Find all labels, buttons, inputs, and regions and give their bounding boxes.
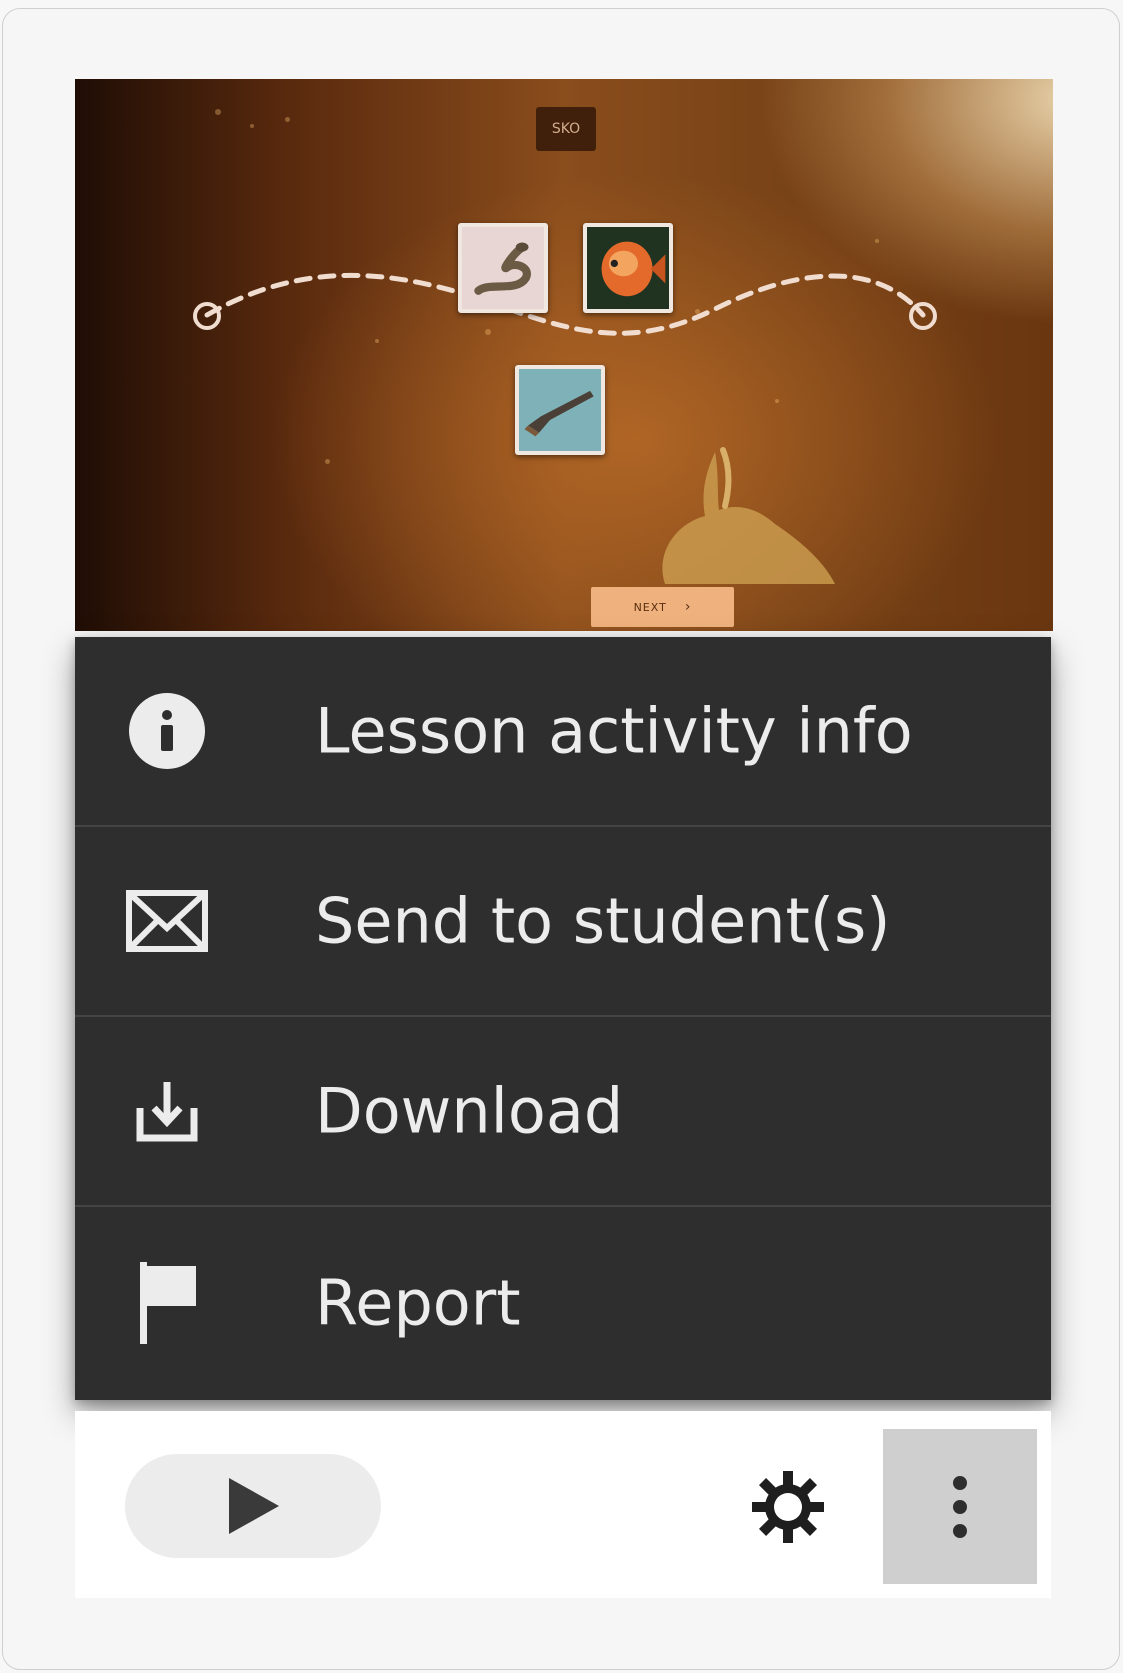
rabbit-silhouette — [662, 447, 835, 584]
download-icon — [125, 1069, 209, 1153]
menu-item-send-to-students[interactable]: Send to student(s) — [75, 827, 1051, 1017]
card-toolbar — [75, 1411, 1051, 1598]
menu-item-label: Report — [315, 1266, 521, 1339]
info-circle-icon — [125, 689, 209, 773]
activity-thumbnail[interactable]: SKO NEXT › — [75, 79, 1053, 631]
activity-card: SKO NEXT › Lesson activity info Send to … — [2, 8, 1120, 1670]
chevron-right-icon: › — [684, 599, 692, 615]
picture-card-snake[interactable] — [458, 223, 548, 313]
envelope-icon — [125, 879, 209, 963]
fish-image — [587, 227, 669, 309]
snake-image — [462, 227, 544, 309]
dashed-path-decoration — [193, 272, 937, 336]
gear-icon — [752, 1471, 824, 1543]
play-icon — [229, 1478, 279, 1534]
settings-button[interactable] — [748, 1467, 828, 1547]
menu-item-report[interactable]: Report — [75, 1207, 1051, 1398]
play-button[interactable] — [125, 1454, 381, 1558]
picture-card-pistol[interactable] — [515, 365, 605, 455]
more-options-button[interactable] — [883, 1429, 1037, 1584]
context-menu: Lesson activity info Send to student(s) — [75, 637, 1051, 1400]
menu-item-label: Send to student(s) — [315, 884, 891, 958]
flag-icon — [125, 1261, 209, 1345]
menu-item-download[interactable]: Download — [75, 1017, 1051, 1207]
more-vertical-icon — [953, 1475, 967, 1538]
menu-item-lesson-activity-info[interactable]: Lesson activity info — [75, 637, 1051, 827]
picture-card-fish[interactable] — [583, 223, 673, 313]
next-button[interactable]: NEXT › — [591, 587, 734, 627]
pistol-image — [519, 369, 601, 451]
next-label: NEXT — [633, 601, 667, 614]
menu-item-label: Lesson activity info — [315, 694, 913, 768]
menu-item-label: Download — [315, 1074, 624, 1148]
